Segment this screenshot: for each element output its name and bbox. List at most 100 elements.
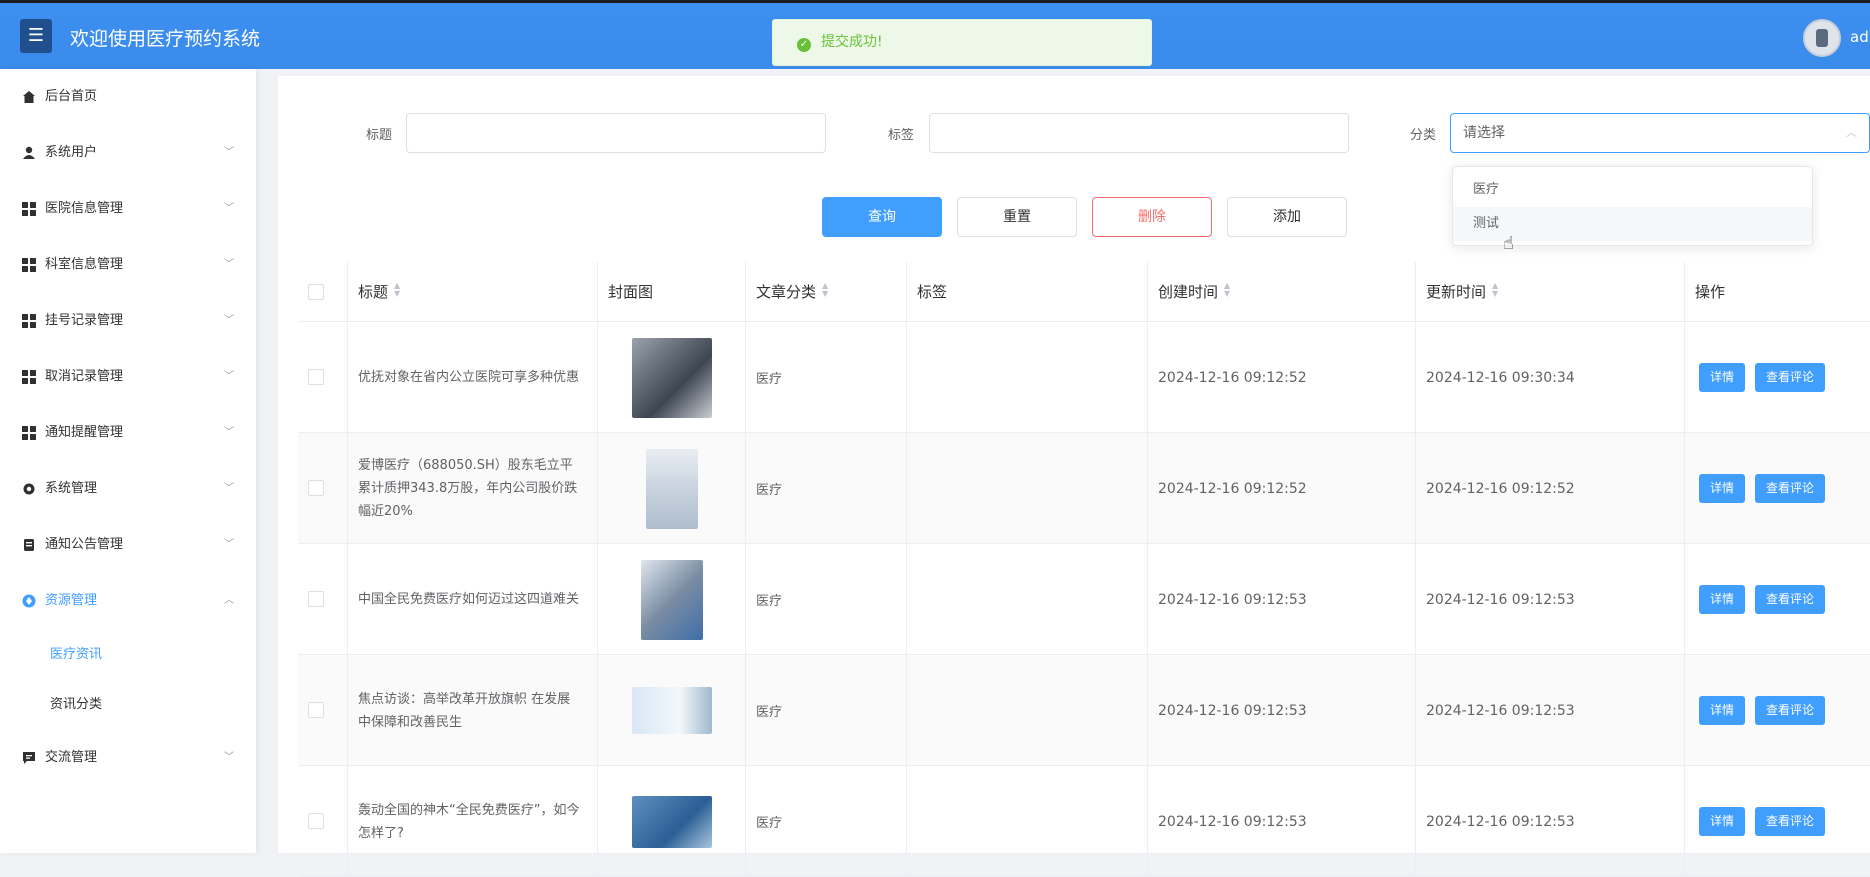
view-comments-button[interactable]: 查看评论 — [1755, 807, 1825, 836]
select-all-cell — [298, 262, 348, 322]
row-actions: 详情 查看评论 — [1685, 766, 1870, 877]
row-actions: 详情 查看评论 — [1685, 322, 1870, 433]
add-button[interactable]: 添加 — [1227, 197, 1347, 237]
row-created-time: 2024-12-16 09:12:53 — [1148, 655, 1416, 766]
user-name[interactable]: adm — [1850, 28, 1870, 46]
view-comments-button[interactable]: 查看评论 — [1755, 363, 1825, 392]
col-created[interactable]: 创建时间 ▲ ▼ — [1148, 262, 1416, 322]
table-row: 优抚对象在省内公立医院可享多种优惠 医疗 2024-12-16 09:12:52 20… — [298, 322, 1870, 433]
row-checkbox[interactable] — [308, 480, 324, 496]
row-checkbox[interactable] — [308, 813, 324, 829]
sort-icon[interactable]: ▲ ▼ — [1492, 282, 1498, 298]
table-row: 中国全民免费医疗如何迈过这四道难关 医疗 2024-12-16 09:12:53 20… — [298, 544, 1870, 655]
category-filter-label: 分类 — [1410, 128, 1437, 143]
row-updated-time: 2024-12-16 09:12:52 — [1416, 433, 1685, 544]
sidebar-item-hospital[interactable]: 医院信息管理 ﹀ — [0, 189, 256, 229]
category-select[interactable]: 请选择 ︿ — [1450, 113, 1870, 153]
row-select-cell — [298, 322, 348, 433]
row-select-cell — [298, 544, 348, 655]
col-actions: 操作 — [1695, 283, 1726, 301]
grid-icon — [22, 202, 36, 216]
sidebar: 后台首页 系统用户 ﹀ 医院信息管理 ﹀ 科室信息管理 ﹀ 挂号记录管理 ﹀ 取消记录管… — [0, 69, 256, 853]
row-title: 中国全民免费医疗如何迈过这四道难关 — [348, 544, 598, 655]
title-input[interactable] — [406, 113, 826, 153]
row-actions: 详情 查看评论 — [1685, 655, 1870, 766]
row-cover-cell — [598, 322, 746, 433]
row-checkbox[interactable] — [308, 591, 324, 607]
sidebar-subitem-news-category[interactable]: 资讯分类 — [0, 685, 256, 725]
chevron-up-icon: ︿ — [1846, 126, 1857, 139]
row-category: 医疗 — [746, 544, 907, 655]
reset-button[interactable]: 重置 — [957, 197, 1077, 237]
chevron-down-icon: ﹀ — [224, 752, 234, 763]
sort-icon[interactable]: ▲ ▼ — [1224, 282, 1230, 298]
avatar[interactable] — [1803, 19, 1841, 57]
detail-button[interactable]: 详情 — [1699, 363, 1745, 392]
detail-button[interactable]: 详情 — [1699, 807, 1745, 836]
row-created-time: 2024-12-16 09:12:53 — [1148, 544, 1416, 655]
sidebar-item-users[interactable]: 系统用户 ﹀ — [0, 133, 256, 173]
grid-icon — [22, 370, 36, 384]
sidebar-item-cancellation[interactable]: 取消记录管理 ﹀ — [0, 357, 256, 397]
row-category: 医疗 — [746, 322, 907, 433]
sort-icon[interactable]: ▲ ▼ — [394, 282, 400, 298]
cover-image — [645, 448, 698, 529]
tag-input[interactable] — [929, 113, 1349, 153]
row-tag — [907, 766, 1148, 877]
grid-icon — [22, 258, 36, 272]
table-row: 爱博医疗（688050.SH）股东毛立平累计质押343.8万股，年内公司股价跌幅… — [298, 433, 1870, 544]
view-comments-button[interactable]: 查看评论 — [1755, 585, 1825, 614]
toast-text: 提交成功! — [821, 34, 883, 50]
row-tag — [907, 433, 1148, 544]
sidebar-item-notice[interactable]: 通知公告管理 ﹀ — [0, 525, 256, 565]
row-updated-time: 2024-12-16 09:12:53 — [1416, 766, 1685, 877]
col-updated[interactable]: 更新时间 ▲ ▼ — [1416, 262, 1685, 322]
sort-icon[interactable]: ▲ ▼ — [822, 282, 828, 298]
row-checkbox[interactable] — [308, 369, 324, 385]
col-tag: 标签 — [907, 262, 1148, 322]
row-cover-cell — [598, 655, 746, 766]
sidebar-item-communication[interactable]: 交流管理 ﹀ — [0, 738, 256, 778]
hamburger-icon[interactable]: ☰ — [20, 19, 52, 53]
detail-button[interactable]: 详情 — [1699, 474, 1745, 503]
col-cover: 封面图 — [598, 262, 746, 322]
detail-button[interactable]: 详情 — [1699, 696, 1745, 725]
chevron-down-icon: ﹀ — [224, 315, 234, 326]
row-select-cell — [298, 655, 348, 766]
chevron-down-icon: ﹀ — [224, 539, 234, 550]
view-comments-button[interactable]: 查看评论 — [1755, 696, 1825, 725]
chevron-down-icon: ﹀ — [224, 203, 234, 214]
app-title: 欢迎使用医疗预约系统 — [70, 28, 261, 50]
detail-button[interactable]: 详情 — [1699, 585, 1745, 614]
row-category: 医疗 — [746, 655, 907, 766]
grid-icon — [22, 314, 36, 328]
success-toast: ✓ 提交成功! — [772, 19, 1152, 66]
sidebar-subitem-news[interactable]: 医疗资讯 — [0, 635, 256, 675]
row-actions: 详情 查看评论 — [1685, 433, 1870, 544]
sidebar-item-home[interactable]: 后台首页 — [0, 77, 256, 117]
row-title: 轰动全国的神木“全民免费医疗”，如今怎样了? — [348, 766, 598, 877]
sidebar-item-registration[interactable]: 挂号记录管理 ﹀ — [0, 301, 256, 341]
row-category: 医疗 — [746, 433, 907, 544]
row-checkbox[interactable] — [308, 702, 324, 718]
sidebar-item-resource[interactable]: 资源管理 ︿ — [0, 581, 256, 621]
col-category[interactable]: 文章分类 ▲ ▼ — [746, 262, 907, 322]
category-placeholder: 请选择 — [1463, 125, 1505, 141]
sidebar-item-system[interactable]: 系统管理 ﹀ — [0, 469, 256, 509]
select-all-checkbox[interactable] — [308, 284, 324, 300]
chevron-down-icon: ﹀ — [224, 259, 234, 270]
row-updated-time: 2024-12-16 09:12:53 — [1416, 544, 1685, 655]
row-tag — [907, 544, 1148, 655]
table-row: 焦点访谈：高举改革开放旗帜 在发展中保障和改善民生 医疗 2024-12-16 09… — [298, 655, 1870, 766]
sidebar-item-reminder[interactable]: 通知提醒管理 ﹀ — [0, 413, 256, 453]
sidebar-item-department[interactable]: 科室信息管理 ﹀ — [0, 245, 256, 285]
search-button[interactable]: 查询 — [822, 197, 942, 237]
row-title: 焦点访谈：高举改革开放旗帜 在发展中保障和改善民生 — [348, 655, 598, 766]
row-updated-time: 2024-12-16 09:12:53 — [1416, 655, 1685, 766]
tag-filter-label: 标签 — [888, 128, 915, 143]
view-comments-button[interactable]: 查看评论 — [1755, 474, 1825, 503]
title-filter-label: 标题 — [366, 128, 393, 143]
category-option-medical[interactable]: 医疗 — [1453, 173, 1812, 207]
col-title[interactable]: 标题 ▲ ▼ — [348, 262, 598, 322]
delete-button[interactable]: 删除 — [1092, 197, 1212, 237]
